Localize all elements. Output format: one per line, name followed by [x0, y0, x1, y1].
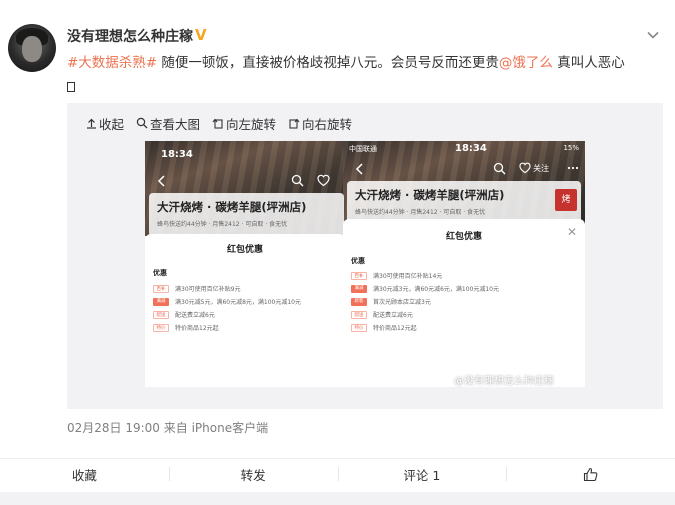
promo-tag: 满减	[351, 284, 367, 293]
thumbs-up-icon	[584, 467, 598, 481]
post-source: 来自 iPhone客户端	[163, 421, 269, 435]
promo-text: 满30可使用百亿补贴14元	[373, 273, 443, 280]
status-time: 18:34	[455, 143, 487, 154]
favorite-label: 收藏	[71, 467, 97, 483]
sheet-title: 红包优惠	[226, 245, 263, 255]
collapse-label: 收起	[99, 116, 125, 132]
back-arrow-icon	[355, 163, 363, 175]
promo-row: 配送 配送费立减6元	[153, 310, 215, 319]
favorite-button[interactable]: 收藏	[0, 459, 169, 489]
screenshot-right[interactable]: 中国联通 18:34 15% 关注 大汗烧烤 · 碳烤羊腿(坪洲店) 蜂鸟快送约…	[343, 141, 585, 387]
post-timestamp[interactable]: 02月28日 19:00	[67, 421, 160, 435]
follow-label: 关注	[533, 164, 549, 173]
battery-label: 15%	[563, 144, 579, 152]
search-icon	[493, 162, 506, 175]
post-text: #大数据杀熟# 随便一顿饭，直接被价格歧视掉八元。会员号反而还更贵@饿了么 真叫…	[67, 51, 657, 99]
image-toolbar: 收起 查看大图 向左旋转 向右旋转	[86, 114, 364, 132]
post-body: 随便一顿饭，直接被价格歧视掉八元。会员号反而还更贵	[157, 55, 499, 71]
status-time: 18:34	[161, 149, 193, 160]
red-packet-sheet: 红包优惠 ✕ 优惠 百补 满30可使用百亿补贴14元 满减 满30元减3元，满6…	[343, 219, 585, 387]
promo-text: 满30元减5元，满60元减8元，满100元减10元	[175, 299, 301, 306]
carrier-label: 中国联通	[349, 145, 377, 153]
comment-button[interactable]: 评论 1	[337, 459, 507, 489]
promo-section-label: 优惠	[153, 269, 167, 277]
promo-text: 配送费立减6元	[373, 312, 413, 319]
promo-tag: 新客	[351, 297, 367, 306]
promo-tag: 特价	[351, 323, 367, 332]
promo-text: 特价商品12元起	[175, 325, 219, 332]
verified-badge-icon: V	[195, 26, 207, 44]
shop-logo-icon: 烤	[555, 189, 577, 211]
view-large-button[interactable]: 查看大图	[136, 114, 200, 133]
more-menu-icon	[567, 166, 579, 170]
username[interactable]: 没有理想怎么种庄稼	[67, 26, 193, 46]
rotate-left-button[interactable]: 向左旋转	[212, 114, 276, 133]
magnifier-icon	[136, 117, 148, 129]
post-tail: 真叫人恶心	[552, 55, 625, 71]
favorite-heart-icon	[317, 174, 330, 187]
red-packet-sheet: 红包优惠 优惠 百补 满30可使用百亿补贴9元 满减 满30元减5元，满60元减…	[145, 234, 345, 387]
comment-label: 评论 1	[403, 467, 441, 483]
shop-name: 大汗烧烤 · 碳烤羊腿(坪洲店)	[157, 200, 307, 214]
action-bar: 收藏 转发 评论 1	[0, 459, 675, 489]
promo-row: 配送 配送费立减6元	[351, 310, 413, 319]
screenshot-left[interactable]: 18:34 大汗烧烤 · 碳烤羊腿(坪洲店) 蜂鸟快送约44分钟 · 月售241…	[145, 141, 345, 387]
search-icon	[291, 174, 304, 187]
shop-subtitle: 蜂鸟快送约44分钟 · 月售2412 · 可自取 · 食无忧	[355, 209, 486, 216]
sheet-title: 红包优惠	[445, 232, 482, 242]
promo-tag: 百补	[351, 271, 367, 280]
repost-button[interactable]: 转发	[168, 459, 338, 489]
chevron-down-icon[interactable]	[645, 27, 661, 43]
promo-row: 新客 首次光顾本店立减3元	[351, 297, 431, 306]
collapse-icon	[87, 118, 96, 129]
weibo-post-card: 没有理想怎么种庄稼 V #大数据杀熟# 随便一顿饭，直接被价格歧视掉八元。会员号…	[0, 0, 675, 505]
promo-section-label: 优惠	[351, 257, 365, 265]
back-arrow-icon	[157, 175, 165, 187]
promo-tag: 配送	[153, 310, 169, 319]
page-bottom-strip	[0, 492, 675, 505]
promo-text: 首次光顾本店立减3元	[373, 299, 431, 306]
promo-row: 百补 满30可使用百亿补贴14元	[351, 271, 442, 280]
image-watermark: @没有理想怎么种庄稼	[454, 376, 554, 387]
promo-tag: 满减	[153, 297, 169, 306]
promo-row: 特价 特价商品12元起	[351, 323, 417, 332]
promo-text: 满30可使用百亿补贴9元	[175, 286, 241, 293]
promo-tag: 百补	[153, 284, 169, 293]
promo-row: 满减 满30元减3元，满60元减6元，满100元减10元	[351, 284, 499, 293]
favorite-heart-icon	[519, 162, 531, 174]
rotate-right-icon	[289, 118, 300, 129]
hashtag-link[interactable]: #大数据杀熟#	[67, 55, 157, 71]
promo-tag: 配送	[351, 310, 367, 319]
like-button[interactable]	[506, 459, 675, 489]
repost-label: 转发	[240, 467, 266, 483]
promo-text: 配送费立减6元	[175, 312, 215, 319]
promo-row: 特价 特价商品12元起	[153, 323, 219, 332]
rotate-left-label: 向左旋转	[226, 116, 277, 132]
mention-link[interactable]: @饿了么	[499, 55, 553, 71]
shop-info-card: 大汗烧烤 · 碳烤羊腿(坪洲店) 蜂鸟快送约44分钟 · 月售2412 · 可自…	[149, 193, 344, 237]
rotate-left-icon	[212, 118, 223, 129]
shop-subtitle: 蜂鸟快送约44分钟 · 月售2412 · 可自取 · 食无忧	[157, 221, 288, 228]
collapse-button[interactable]: 收起	[86, 114, 124, 133]
promo-text: 特价商品12元起	[373, 325, 417, 332]
rotate-right-button[interactable]: 向右旋转	[288, 114, 352, 133]
post-meta: 02月28日 19:00 来自 iPhone客户端	[67, 419, 268, 436]
close-icon[interactable]: ✕	[567, 225, 577, 239]
emoji-placeholder-icon	[67, 82, 75, 92]
avatar[interactable]	[8, 24, 56, 72]
promo-text: 满30元减3元，满60元减6元，满100元减10元	[373, 286, 499, 293]
shop-name: 大汗烧烤 · 碳烤羊腿(坪洲店)	[355, 188, 505, 202]
promo-row: 百补 满30可使用百亿补贴9元	[153, 284, 240, 293]
rotate-right-label: 向右旋转	[302, 116, 353, 132]
promo-row: 满减 满30元减5元，满60元减8元，满100元减10元	[153, 297, 301, 306]
promo-tag: 特价	[153, 323, 169, 332]
view-large-label: 查看大图	[150, 116, 201, 132]
